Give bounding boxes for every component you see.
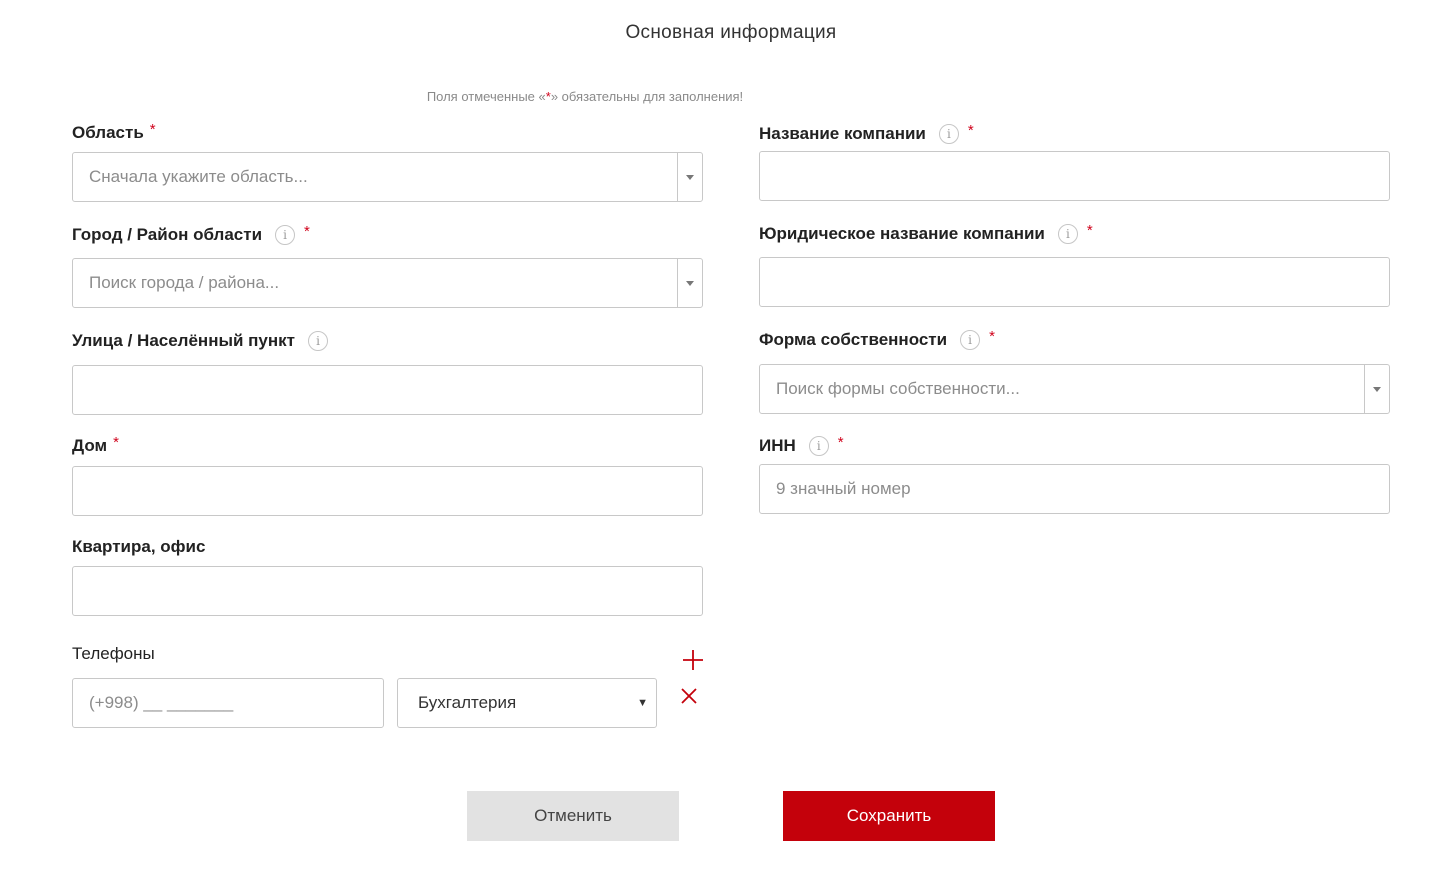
department-select-value: Бухгалтерия bbox=[418, 693, 517, 712]
phone-input-placeholder: (+998) __ _______ bbox=[89, 693, 234, 712]
required-mark: * bbox=[113, 433, 119, 451]
region-label: Область * bbox=[72, 120, 156, 143]
company-name-label: Название компании i * bbox=[759, 121, 974, 144]
info-icon[interactable]: i bbox=[960, 330, 981, 350]
legal-name-label: Юридическое название компании i * bbox=[759, 221, 1093, 244]
info-icon[interactable]: i bbox=[808, 436, 829, 456]
plus-icon[interactable] bbox=[681, 648, 705, 672]
ownership-form-label: Форма собственности i * bbox=[759, 327, 995, 350]
info-icon[interactable]: i bbox=[275, 225, 296, 245]
dropdown-arrow-icon[interactable] bbox=[1364, 365, 1389, 413]
street-input[interactable] bbox=[72, 365, 703, 415]
info-icon[interactable]: i bbox=[307, 331, 328, 351]
info-icon[interactable]: i bbox=[1057, 224, 1078, 244]
select-caret-icon: ▼ bbox=[637, 697, 648, 709]
department-select[interactable]: Бухгалтерия ▼ bbox=[397, 678, 657, 728]
required-mark: * bbox=[837, 433, 844, 451]
region-select-placeholder: Сначала укажите область... bbox=[89, 167, 308, 186]
required-fields-note: Поля отмеченные «*» обязательны для запо… bbox=[426, 89, 744, 104]
required-mark: * bbox=[967, 121, 974, 139]
house-input[interactable] bbox=[72, 466, 703, 516]
required-mark: * bbox=[1086, 221, 1093, 239]
close-icon[interactable] bbox=[680, 687, 698, 705]
inn-input[interactable]: 9 значный номер bbox=[759, 464, 1390, 514]
info-icon[interactable]: i bbox=[938, 124, 959, 144]
cancel-button[interactable]: Отменить bbox=[467, 791, 679, 841]
legal-name-input[interactable] bbox=[759, 257, 1390, 307]
region-select[interactable]: Сначала укажите область... bbox=[72, 152, 703, 202]
page-title: Основная информация bbox=[625, 22, 837, 43]
required-mark: * bbox=[304, 222, 310, 240]
company-name-input[interactable] bbox=[759, 151, 1390, 201]
house-label: Дом * bbox=[72, 433, 119, 456]
required-mark: * bbox=[149, 120, 156, 138]
save-button[interactable]: Сохранить bbox=[783, 791, 995, 841]
apartment-label: Квартира, офис bbox=[72, 537, 206, 556]
inn-input-placeholder: 9 значный номер bbox=[776, 479, 911, 498]
city-label: Город / Район области i * bbox=[72, 222, 310, 245]
ownership-form-select[interactable]: Поиск формы собственности... bbox=[759, 364, 1390, 414]
city-select[interactable]: Поиск города / района... bbox=[72, 258, 703, 308]
city-select-placeholder: Поиск города / района... bbox=[89, 273, 280, 292]
phone-input[interactable]: (+998) __ _______ bbox=[72, 678, 384, 728]
dropdown-arrow-icon[interactable] bbox=[677, 259, 702, 307]
ownership-form-placeholder: Поиск формы собственности... bbox=[776, 379, 1020, 398]
inn-label: ИНН i * bbox=[759, 433, 844, 456]
street-label: Улица / Населённый пункт i bbox=[72, 330, 328, 352]
phones-label: Телефоны bbox=[72, 644, 155, 663]
dropdown-arrow-icon[interactable] bbox=[677, 153, 702, 201]
apartment-input[interactable] bbox=[72, 566, 703, 616]
required-mark: * bbox=[989, 327, 995, 345]
